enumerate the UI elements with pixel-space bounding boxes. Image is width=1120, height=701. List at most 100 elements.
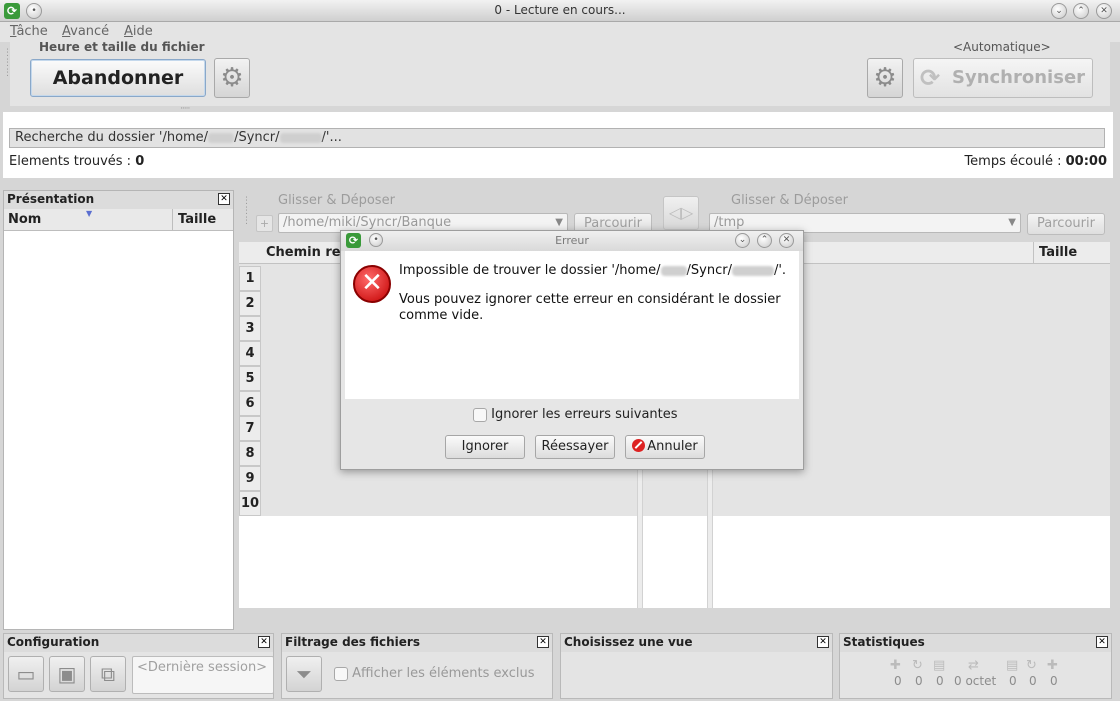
row-number[interactable]: 6 [239, 391, 261, 416]
add-folder-pair-icon[interactable]: + [256, 215, 273, 232]
window-title: 0 - Lecture en cours... [494, 3, 626, 17]
new-config-icon[interactable]: ▭ [8, 656, 44, 692]
ignore-errors-option[interactable]: Ignorer les erreurs suivantes [473, 407, 678, 422]
cancel-icon [632, 439, 646, 452]
dialog-close-icon[interactable]: ✕ [779, 233, 794, 248]
show-excluded-option[interactable]: Afficher les éléments exclus [334, 666, 535, 681]
row-number[interactable]: 7 [239, 416, 261, 441]
close-panel-icon[interactable]: ✕ [1096, 636, 1108, 648]
compare-settings-gear-icon[interactable]: ⚙ [214, 58, 250, 98]
close-panel-icon[interactable]: ✕ [537, 636, 549, 648]
row-number[interactable]: 9 [239, 466, 261, 491]
swap-sides-icon[interactable]: ◁▷ [663, 196, 699, 230]
stats-delete-left-icon: ▤ [933, 658, 946, 673]
show-excluded-label: Afficher les éléments exclus [352, 666, 535, 681]
dialog-minimize-icon[interactable]: ⌄ [735, 233, 750, 248]
compare-variant-label: Heure et taille du fichier [39, 40, 205, 54]
error-dialog: ⟳ • Erreur ⌄ ⌃ ✕ ✕ Impossible de trouver… [340, 230, 804, 470]
close-window-icon[interactable]: ✕ [1096, 3, 1112, 19]
menu-bar: Tâche Avancé Aide [0, 22, 1120, 42]
chevron-down-icon: ▼ [1008, 217, 1016, 228]
overview-panel: Présentation ✕ Nom ▼ Taille [3, 190, 234, 630]
window-titlebar: ⟳ • 0 - Lecture en cours... ⌄ ⌃ ✕ [0, 0, 1120, 22]
sync-settings-gear-icon[interactable]: ⚙ [867, 58, 903, 98]
stats-data-icon: ⇄ [968, 658, 979, 673]
row-number[interactable]: 3 [239, 316, 261, 341]
show-excluded-checkbox[interactable] [334, 666, 348, 681]
blurred-text [731, 265, 774, 276]
menu-item-aide[interactable]: Aide [124, 24, 153, 39]
abandon-button-label: Abandonner [52, 67, 184, 89]
minimize-icon[interactable]: ⌄ [1051, 3, 1067, 19]
stats-create-right-icon: ✚ [1047, 658, 1058, 673]
row-number[interactable]: 8 [239, 441, 261, 466]
abandon-button[interactable]: Abandonner [30, 59, 206, 97]
statistics-panel-title: Statistiques [843, 635, 925, 649]
configuration-panel: Configuration ✕ ▭ ▣ ⧉ <Dernière session> [3, 633, 274, 699]
progress-status-text: Recherche du dossier '/home//Syncr//'... [9, 128, 1105, 148]
view-panel-title: Choisissez une vue [564, 635, 693, 649]
error-icon: ✕ [353, 265, 391, 303]
close-panel-icon[interactable]: ✕ [218, 193, 230, 205]
synchronize-button-label: Synchroniser [952, 67, 1086, 88]
stats-value: 0 [936, 674, 944, 688]
configuration-panel-title: Configuration [7, 635, 100, 649]
statistics-panel: Statistiques ✕ ✚ ↻ ▤ ⇄ ▤ ↻ ✚ 0 0 0 0 oct… [839, 633, 1112, 699]
last-session-list[interactable]: <Dernière session> [132, 656, 274, 694]
column-size-header-right[interactable]: Taille [1039, 245, 1077, 260]
stats-update-left-icon: ↻ [912, 658, 923, 673]
cancel-button-label: Annuler [647, 439, 698, 454]
menu-item-avance[interactable]: Avancé [62, 24, 109, 39]
right-drag-drop-label: Glisser & Déposer [731, 193, 848, 208]
overview-panel-header: Présentation ✕ [4, 191, 233, 209]
middle-splitter[interactable] [707, 470, 713, 608]
cancel-button[interactable]: Annuler [625, 435, 705, 459]
main-toolbar: Heure et taille du fichier Abandonner ⚙ … [10, 40, 1110, 106]
sort-arrow-icon: ▼ [86, 209, 93, 218]
stats-update-right-icon: ↻ [1026, 658, 1037, 673]
ignore-errors-label: Ignorer les erreurs suivantes [491, 407, 678, 422]
time-elapsed-stat: Temps écoulé : 00:00 [964, 154, 1107, 169]
row-number[interactable]: 1 [239, 266, 261, 291]
stats-value: 0 [1009, 674, 1017, 688]
progress-status-panel: Recherche du dossier '/home//Syncr//'...… [3, 112, 1113, 178]
grid-empty-area [239, 516, 1110, 608]
retry-button[interactable]: Réessayer [535, 435, 615, 459]
folder-bar-grip[interactable]: ⋮ ⋮ ⋮ [242, 196, 251, 226]
ignore-button[interactable]: Ignorer [445, 435, 525, 459]
menu-item-tache[interactable]: Tâche [10, 24, 48, 39]
ignore-errors-checkbox[interactable] [473, 407, 487, 422]
synchronize-button[interactable]: ⟳ Synchroniser [913, 58, 1093, 98]
file-filter-panel-title: Filtrage des fichiers [285, 635, 420, 649]
save-config-icon[interactable]: ▣ [49, 656, 85, 692]
overview-column-header: Nom ▼ Taille [4, 209, 233, 231]
left-drag-drop-label: Glisser & Déposer [278, 193, 395, 208]
batch-job-icon[interactable]: ⧉ [90, 656, 126, 692]
stats-value: 0 [1050, 674, 1058, 688]
column-name-header[interactable]: Nom [8, 212, 41, 227]
overview-panel-title: Présentation [7, 192, 95, 206]
items-found-stat: Elements trouvés : 0 [9, 154, 145, 169]
close-panel-icon[interactable]: ✕ [817, 636, 829, 648]
error-dialog-title: Erreur [555, 234, 589, 247]
right-browse-button[interactable]: Parcourir [1027, 213, 1105, 235]
stats-value: 0 [1029, 674, 1037, 688]
maximize-icon[interactable]: ⌃ [1073, 3, 1089, 19]
filter-funnel-icon[interactable]: ⏷ [286, 656, 322, 692]
row-number[interactable]: 5 [239, 366, 261, 391]
column-size-header[interactable]: Taille [178, 212, 216, 227]
close-panel-icon[interactable]: ✕ [258, 636, 270, 648]
stats-value: 0 octet [954, 674, 997, 688]
file-filter-panel: Filtrage des fichiers ✕ ⏷ Afficher les é… [281, 633, 553, 699]
row-number[interactable]: 2 [239, 291, 261, 316]
error-detail: Vous pouvez ignorer cette erreur en cons… [399, 292, 781, 323]
row-number[interactable]: 4 [239, 341, 261, 366]
stats-value: 0 [915, 674, 923, 688]
blurred-text [208, 132, 235, 143]
row-number[interactable]: 10 [239, 491, 261, 516]
blurred-text [660, 265, 687, 276]
stats-delete-right-icon: ▤ [1006, 658, 1019, 673]
stats-create-left-icon: ✚ [890, 658, 901, 673]
middle-splitter[interactable] [637, 470, 643, 608]
dialog-maximize-icon[interactable]: ⌃ [757, 233, 772, 248]
